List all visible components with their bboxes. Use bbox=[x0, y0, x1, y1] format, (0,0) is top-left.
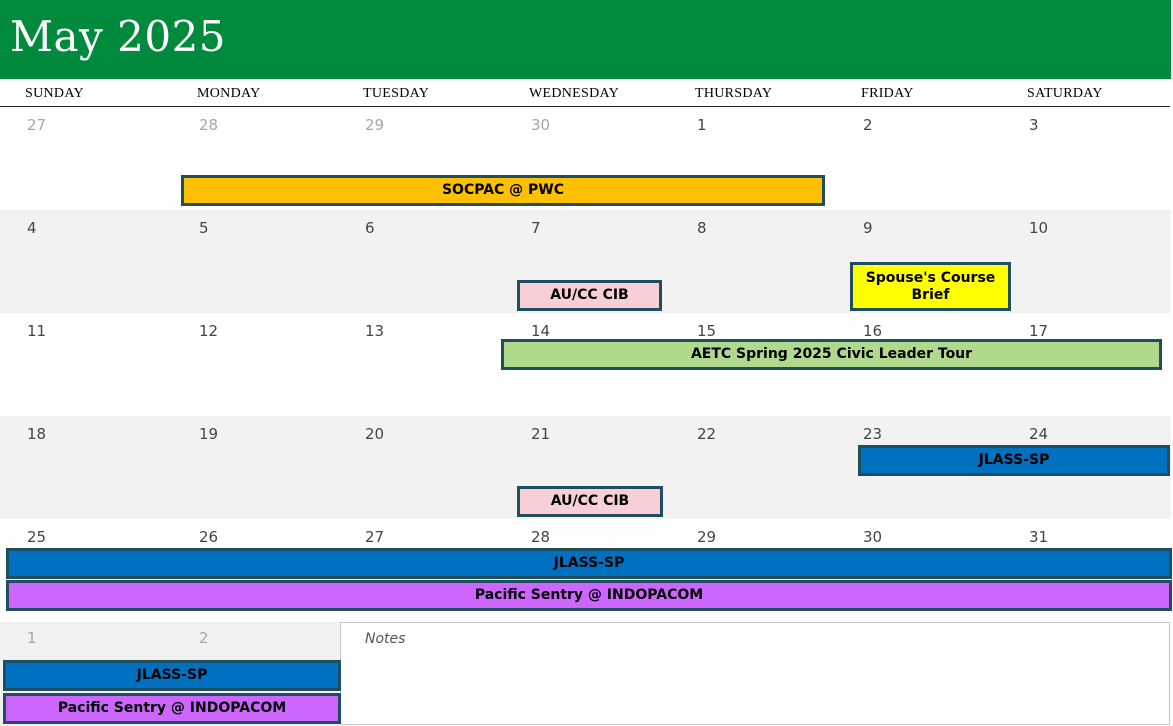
event-aucc-cib[interactable]: AU/CC CIB bbox=[517, 280, 662, 311]
event-spouses-course-brief[interactable]: Spouse's Course Brief bbox=[850, 262, 1011, 311]
event-pacific-sentry[interactable]: Pacific Sentry @ INDOPACOM bbox=[3, 693, 341, 724]
weekday-friday: FRIDAY bbox=[861, 86, 914, 101]
day-cell[interactable]: 1 bbox=[697, 116, 707, 134]
day-cell[interactable]: 27 bbox=[365, 528, 384, 546]
day-cell[interactable]: 31 bbox=[1029, 528, 1048, 546]
day-cell[interactable]: 26 bbox=[199, 528, 218, 546]
day-cell[interactable]: 5 bbox=[199, 219, 209, 237]
day-cell[interactable]: 9 bbox=[863, 219, 873, 237]
event-aetc-civic-leader-tour[interactable]: AETC Spring 2025 Civic Leader Tour bbox=[501, 339, 1162, 370]
day-cell[interactable]: 6 bbox=[365, 219, 375, 237]
event-jlass-sp[interactable]: JLASS-SP bbox=[858, 445, 1170, 476]
weekday-sunday: SUNDAY bbox=[25, 86, 84, 101]
next-month-day[interactable]: 1 bbox=[27, 629, 37, 647]
month-header: May 2025 bbox=[0, 0, 1171, 79]
day-cell[interactable]: 24 bbox=[1029, 425, 1048, 443]
day-cell[interactable]: 10 bbox=[1029, 219, 1048, 237]
day-cell[interactable]: 12 bbox=[199, 322, 218, 340]
day-cell[interactable]: 14 bbox=[531, 322, 550, 340]
day-cell[interactable]: 25 bbox=[27, 528, 46, 546]
notes-box[interactable]: Notes bbox=[340, 622, 1170, 725]
day-cell[interactable]: 22 bbox=[697, 425, 716, 443]
day-cell[interactable]: 29 bbox=[365, 116, 384, 134]
weekday-tuesday: TUESDAY bbox=[363, 86, 430, 101]
event-jlass-sp[interactable]: JLASS-SP bbox=[3, 660, 341, 691]
weekday-thursday: THURSDAY bbox=[695, 86, 773, 101]
event-socpac[interactable]: SOCPAC @ PWC bbox=[181, 175, 825, 206]
day-cell[interactable]: 8 bbox=[697, 219, 707, 237]
day-cell[interactable]: 21 bbox=[531, 425, 550, 443]
day-cell[interactable]: 20 bbox=[365, 425, 384, 443]
event-aucc-cib[interactable]: AU/CC CIB bbox=[517, 486, 663, 517]
month-title: May 2025 bbox=[10, 12, 227, 61]
day-cell[interactable]: 4 bbox=[27, 219, 37, 237]
event-jlass-sp[interactable]: JLASS-SP bbox=[6, 548, 1172, 579]
day-cell[interactable]: 29 bbox=[697, 528, 716, 546]
day-cell[interactable]: 18 bbox=[27, 425, 46, 443]
weekday-saturday: SATURDAY bbox=[1027, 86, 1103, 101]
day-cell[interactable]: 15 bbox=[697, 322, 716, 340]
day-cell[interactable]: 27 bbox=[27, 116, 46, 134]
day-cell[interactable]: 28 bbox=[531, 528, 550, 546]
day-cell[interactable]: 2 bbox=[863, 116, 873, 134]
weekday-monday: MONDAY bbox=[197, 86, 261, 101]
day-cell[interactable]: 30 bbox=[863, 528, 882, 546]
day-cell[interactable]: 3 bbox=[1029, 116, 1039, 134]
day-cell[interactable]: 19 bbox=[199, 425, 218, 443]
next-month-day[interactable]: 2 bbox=[199, 629, 209, 647]
weekday-wednesday: WEDNESDAY bbox=[529, 86, 620, 101]
day-cell[interactable]: 17 bbox=[1029, 322, 1048, 340]
day-cell[interactable]: 23 bbox=[863, 425, 882, 443]
day-cell[interactable]: 28 bbox=[199, 116, 218, 134]
day-cell[interactable]: 11 bbox=[27, 322, 46, 340]
day-cell[interactable]: 13 bbox=[365, 322, 384, 340]
day-cell[interactable]: 7 bbox=[531, 219, 541, 237]
notes-label: Notes bbox=[365, 631, 406, 647]
event-pacific-sentry[interactable]: Pacific Sentry @ INDOPACOM bbox=[6, 580, 1172, 611]
day-cell[interactable]: 30 bbox=[531, 116, 550, 134]
day-cell[interactable]: 16 bbox=[863, 322, 882, 340]
